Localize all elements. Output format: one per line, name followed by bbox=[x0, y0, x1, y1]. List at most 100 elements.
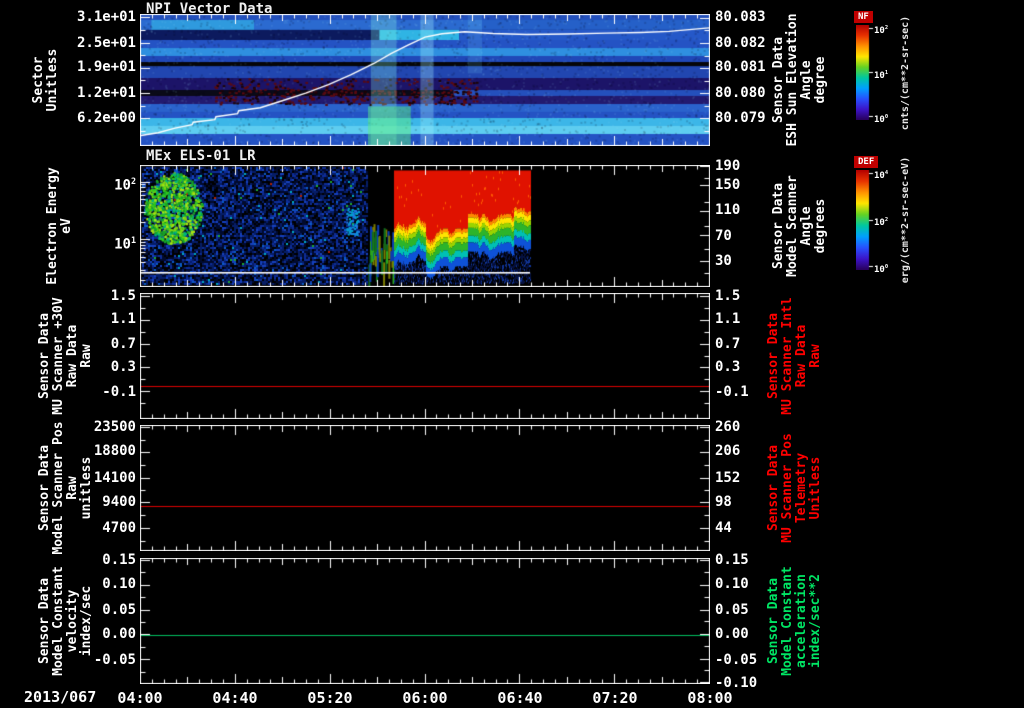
axis-label-line: Raw bbox=[65, 476, 80, 500]
rotated-axis-label: Sensor Data Model Constant velocity index/s… bbox=[37, 546, 94, 696]
y-tick-label: 101 bbox=[114, 234, 136, 253]
axis-label-line: Raw Data bbox=[794, 324, 809, 388]
right-tick-label: -0.05 bbox=[715, 651, 758, 668]
y-tick-label: 1.5 bbox=[110, 287, 136, 304]
exponent: 0 bbox=[884, 114, 889, 121]
right-tick-label: 152 bbox=[715, 469, 741, 486]
axis-label-line: MU Scanner +30V bbox=[51, 297, 66, 415]
axis-label-line: unitless bbox=[79, 456, 94, 520]
x-tick-label: 06:40 bbox=[497, 689, 543, 707]
x-tick-label: 06:00 bbox=[402, 689, 448, 707]
rotated-axis-label: Sensor Data MU Scanner Pos Telemetry Unitle… bbox=[766, 413, 823, 563]
axis-label-line: Model Scanner bbox=[785, 175, 800, 277]
right-tick-label: 80.083 bbox=[715, 9, 766, 26]
right-tick-label: 70 bbox=[715, 227, 732, 244]
right-tick-label: 80.082 bbox=[715, 34, 766, 51]
colorbar-tick-label: 102 bbox=[874, 24, 889, 36]
y-tick-label: 9400 bbox=[102, 494, 136, 511]
right-tick-label: 0.05 bbox=[715, 601, 749, 618]
axis-label-line: Unitless bbox=[45, 48, 60, 112]
rotated-axis-label: Electron Energy eV bbox=[45, 151, 74, 301]
exponent: 1 bbox=[130, 234, 136, 245]
axis-label-line: Sector bbox=[31, 56, 46, 104]
exponent: 2 bbox=[884, 24, 889, 31]
colorbar-tick-label: 102 bbox=[874, 217, 889, 228]
right-tick-label: 1.1 bbox=[715, 311, 741, 328]
colorbar-tick-label: 100 bbox=[874, 114, 889, 126]
y-tick-label: 2.5e+01 bbox=[76, 34, 136, 51]
axis-label-line: cnts/(cm**2-sr-sec) bbox=[900, 15, 911, 130]
y-tick-label: 1.2e+01 bbox=[76, 85, 136, 102]
axis-label-line: Model Constant bbox=[51, 566, 66, 676]
axis-label-line: MU Scanner Pos bbox=[780, 433, 795, 543]
colorbar-tick-label: 100 bbox=[874, 264, 889, 275]
y-tick-label: 0.10 bbox=[102, 576, 136, 593]
axis-label-line: Sensor Data bbox=[37, 444, 52, 532]
rotated-axis-label: cnts/(cm**2-sr-sec) bbox=[899, 0, 913, 148]
axis-label-line: Sensor Data bbox=[766, 577, 781, 665]
right-tick-label: 0.15 bbox=[715, 551, 749, 568]
right-tick-label: 80.081 bbox=[715, 59, 766, 76]
right-tick-label: 44 bbox=[715, 520, 732, 537]
axis-label-line: Model Constant bbox=[780, 566, 795, 676]
y-tick-label: 0.05 bbox=[102, 601, 136, 618]
right-tick-label: -0.1 bbox=[715, 383, 749, 400]
y-tick-label: -0.1 bbox=[102, 383, 136, 400]
axis-label-line: degrees bbox=[813, 198, 828, 254]
axis-label-line: erg/(cm**2-sr-sec-eV) bbox=[900, 156, 911, 284]
axis-label-line: Angle bbox=[799, 60, 814, 100]
axis-label-line: Telemetry bbox=[794, 452, 809, 524]
right-tick-label: 0.10 bbox=[715, 576, 749, 593]
right-tick-label: 80.079 bbox=[715, 110, 766, 127]
axis-label-line: Raw bbox=[808, 344, 823, 368]
x-tick-label: 07:20 bbox=[592, 689, 638, 707]
right-tick-label: 98 bbox=[715, 494, 732, 511]
rotated-axis-label: Sensor Data Model Scanner Angle degrees bbox=[771, 151, 828, 301]
y-tick-label: 102 bbox=[114, 176, 136, 195]
right-tick-label: 80.080 bbox=[715, 85, 766, 102]
exponent: 1 bbox=[884, 69, 889, 76]
axis-label-line: Raw Data bbox=[65, 324, 80, 388]
colorbar-tick-label: 101 bbox=[874, 69, 889, 81]
right-tick-label: 30 bbox=[715, 253, 732, 270]
exponent: 2 bbox=[130, 176, 136, 187]
right-tick-label: 1.5 bbox=[715, 287, 741, 304]
rotated-axis-label: Sensor Data MU Scanner +30V Raw Data Raw bbox=[37, 281, 94, 431]
x-tick-label: 04:00 bbox=[117, 689, 163, 707]
science-multipanel-plot: NPI Vector Data MEx ELS-01 LR NF DEF 201… bbox=[0, 0, 1024, 708]
axis-label-line: acceleration bbox=[794, 574, 809, 668]
right-tick-label: 0.00 bbox=[715, 626, 749, 643]
axis-label-line: Sensor Data bbox=[771, 182, 786, 270]
y-tick-label: 0.3 bbox=[110, 359, 136, 376]
y-tick-label: 3.1e+01 bbox=[76, 8, 136, 25]
axis-label-line: Electron Energy bbox=[45, 167, 60, 285]
y-tick-label: 23500 bbox=[93, 418, 136, 435]
axis-label-line: eV bbox=[59, 218, 74, 234]
axis-label-line: ESH Sun Elevation bbox=[785, 13, 800, 147]
right-tick-label: 110 bbox=[715, 202, 741, 219]
y-tick-label: 14100 bbox=[93, 469, 136, 486]
exponent: 4 bbox=[884, 170, 889, 176]
axis-labels-layer: Sector Unitless Sensor Data ESH Sun Elevati… bbox=[0, 0, 1024, 708]
axis-label-line: Sensor Data bbox=[37, 577, 52, 665]
axis-label-line: Sensor Data bbox=[766, 312, 781, 400]
axis-label-line: degree bbox=[813, 56, 828, 104]
axis-label-line: index/sec bbox=[79, 585, 94, 657]
right-tick-label: -0.10 bbox=[715, 674, 758, 691]
rotated-axis-label: erg/(cm**2-sr-sec-eV) bbox=[899, 145, 913, 295]
axis-label-line: velocity bbox=[65, 589, 80, 653]
rotated-axis-label: Sector Unitless bbox=[31, 5, 60, 155]
axis-label-line: Raw bbox=[79, 344, 94, 368]
rotated-axis-label: Sensor Data Model Scanner Pos Raw unitless bbox=[37, 413, 94, 563]
axis-label-line: Sensor Data bbox=[766, 444, 781, 532]
y-tick-label: 4700 bbox=[102, 520, 136, 537]
exponent: 0 bbox=[884, 264, 889, 270]
y-tick-label: 1.9e+01 bbox=[76, 59, 136, 76]
y-tick-label: 0.7 bbox=[110, 335, 136, 352]
right-tick-label: 0.3 bbox=[715, 359, 741, 376]
colorbar-tick-label: 104 bbox=[874, 170, 889, 181]
right-tick-label: 260 bbox=[715, 418, 741, 435]
axis-label-line: Sensor Data bbox=[771, 36, 786, 124]
y-tick-label: 1.1 bbox=[110, 311, 136, 328]
right-tick-label: 206 bbox=[715, 443, 741, 460]
